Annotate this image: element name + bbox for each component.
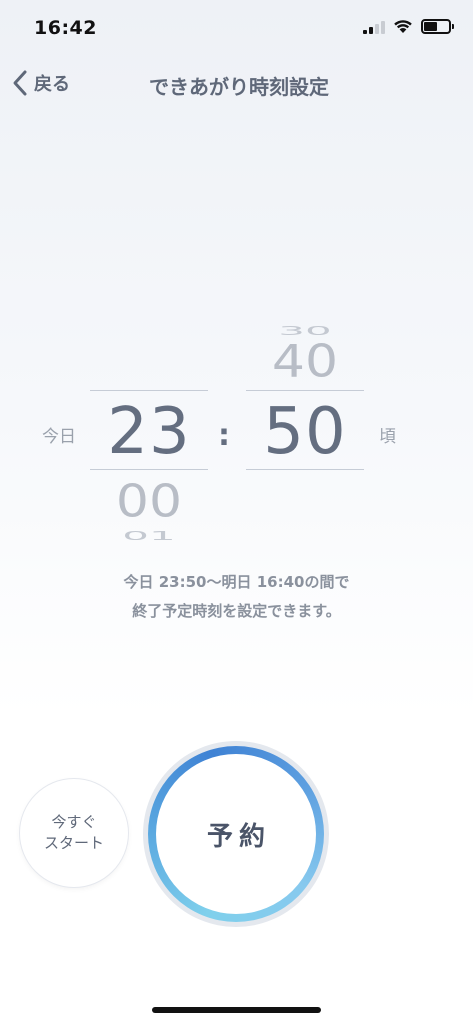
navigation-bar: 戻る できあがり時刻設定 [0,62,473,106]
selection-line-top [246,390,364,391]
home-indicator[interactable] [152,1007,321,1013]
day-label: 今日 [42,427,76,447]
selection-line-bottom [90,469,208,470]
info-line-1: 今日 23:50〜明日 16:40の間で [123,573,350,591]
time-range-info: 今日 23:50〜明日 16:40の間で 終了予定時刻を設定できます。 [0,568,473,626]
reserve-inner: 予約 [156,754,316,914]
reserve-label: 予約 [206,821,271,852]
minute-selected: 50 [263,395,347,469]
hour-option-far-below: 01 [122,528,176,544]
page-title: できあがり時刻設定 [149,75,329,99]
cellular-signal-icon [363,20,385,34]
minute-option-above: 40 [271,336,339,388]
status-bar: 16:42 [0,0,473,56]
approx-label: 頃 [379,427,396,447]
status-icons [363,19,454,34]
selection-line-bottom [246,469,364,470]
selection-line-top [90,390,208,391]
time-separator: : [218,418,230,453]
hour-wheel[interactable]: 23 00 01 [90,300,208,560]
info-line-2: 終了予定時刻を設定できます。 [132,602,341,620]
battery-icon [421,19,454,34]
start-now-label: 今すぐ スタート [43,813,104,852]
wifi-icon [394,20,412,33]
time-picker: 今日 23 00 01 : 30 40 50 頃 [0,300,473,560]
start-now-button[interactable]: 今すぐ スタート [20,779,128,887]
hour-option-below: 00 [115,476,183,528]
reserve-button[interactable]: 予約 [143,741,329,927]
minute-wheel[interactable]: 30 40 50 [246,300,364,560]
reserve-ring: 予約 [148,746,324,922]
status-time: 16:42 [34,17,97,39]
hour-selected: 23 [107,395,191,469]
